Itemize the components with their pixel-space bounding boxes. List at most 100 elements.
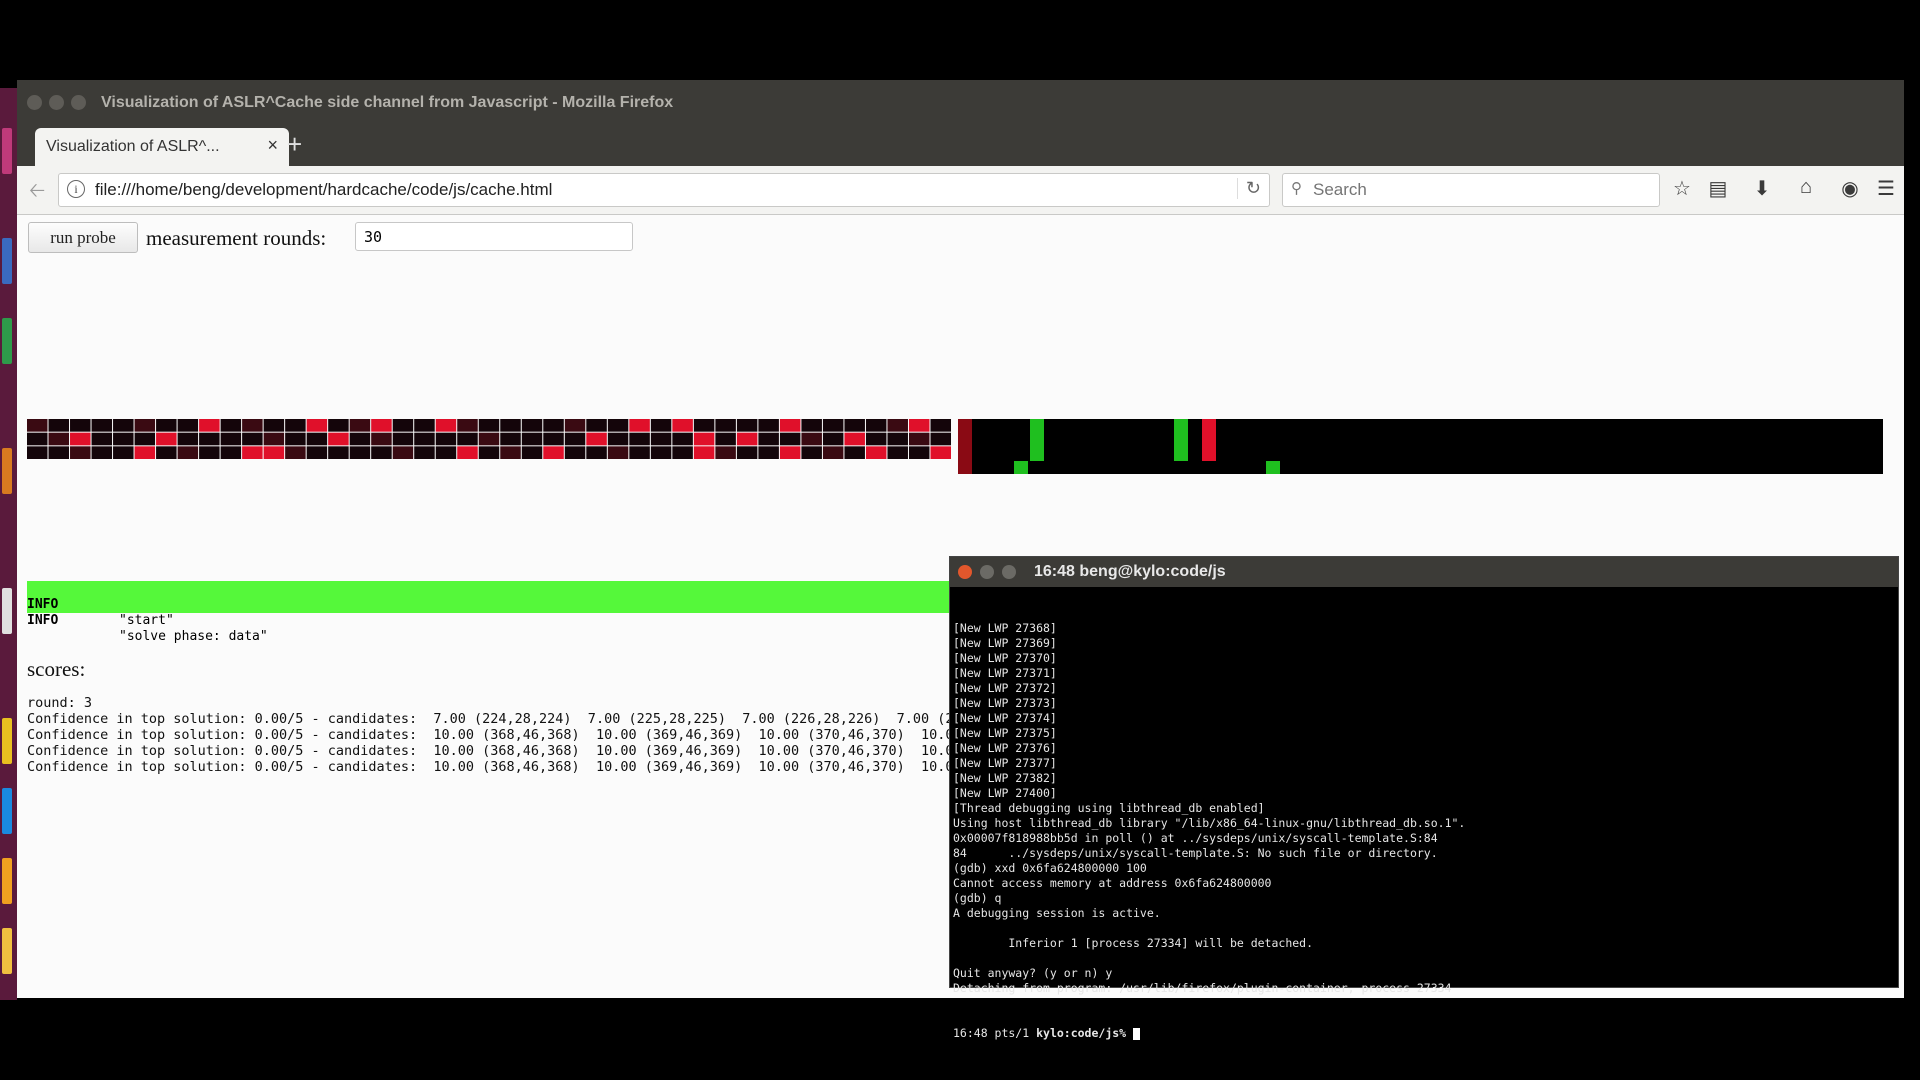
heatmap-cell [865, 419, 887, 432]
url-text[interactable]: file:///home/beng/development/hardcache/… [95, 180, 552, 200]
terminal-output[interactable]: [New LWP 27368] [New LWP 27369] [New LWP 2… [953, 591, 1893, 1071]
measurement-rounds-input[interactable] [355, 222, 633, 251]
graph-bar [1030, 419, 1044, 461]
heatmap-cell [908, 419, 930, 432]
heatmap-cell [306, 446, 328, 459]
download-icon[interactable]: ⬇ [1749, 176, 1775, 201]
heatmap-cell [48, 432, 70, 446]
heatmap-cell [543, 419, 564, 432]
heatmap-cell [586, 419, 607, 432]
heatmap-cell [822, 419, 844, 432]
heatmap-cell [371, 432, 392, 446]
back-icon[interactable]: 🡠 [29, 176, 45, 210]
graph-bar [1174, 419, 1188, 461]
heatmap-cell [91, 419, 113, 432]
heatmap-cell [435, 419, 457, 432]
run-probe-button[interactable]: run probe [28, 222, 138, 253]
launcher-app-icon[interactable] [2, 318, 12, 364]
heatmap-cell [715, 419, 736, 432]
terminal-line: A debugging session is active. [953, 906, 1161, 920]
heatmap-cell [27, 432, 48, 446]
terminal-line: [Thread debugging using libthread_db ena… [953, 801, 1265, 815]
heatmap-cell [521, 419, 543, 432]
heatmap-cell [349, 446, 371, 459]
navigation-toolbar: 🡠 i file:///home/beng/development/hardca… [17, 166, 1904, 215]
minimize-window-button[interactable] [49, 95, 64, 110]
terminal-lines: [New LWP 27368] [New LWP 27369] [New LWP 2… [953, 621, 1893, 996]
launcher-app-icon[interactable] [2, 788, 12, 834]
tab-visualization[interactable]: Visualization of ASLR^... × [35, 128, 289, 166]
terminal-window[interactable]: 16:48 beng@kylo:code/js [New LWP 27368][… [949, 556, 1899, 1040]
terminal-line: [New LWP 27375] [953, 726, 1057, 740]
heatmap-cell [822, 446, 844, 459]
terminal-prompt[interactable]: 16:48 pts/1 kylo:code/js% [953, 1026, 1893, 1041]
terminal-line: [New LWP 27370] [953, 651, 1057, 665]
close-window-button[interactable] [27, 95, 42, 110]
heatmap-cell [70, 446, 91, 459]
heatmap-cell [779, 419, 801, 432]
heatmap-cell [736, 432, 758, 446]
heatmap-cell [779, 446, 801, 459]
bookmark-star-icon[interactable]: ☆ [1669, 176, 1695, 201]
terminal-line: [New LWP 27382] [953, 771, 1057, 785]
menu-icon[interactable]: ☰ [1873, 176, 1899, 201]
heatmap-cell [543, 446, 564, 459]
graph-bar [1266, 461, 1280, 474]
heatmap-cell [801, 432, 822, 446]
search-input[interactable] [1311, 177, 1645, 203]
tab-strip: Visualization of ASLR^... × + [17, 126, 1904, 166]
heatmap-cell [91, 446, 113, 459]
heatmap-cell [70, 419, 91, 432]
heatmap-cell [758, 446, 779, 459]
terminal-line: [New LWP 27400] [953, 786, 1057, 800]
window-title: Visualization of ASLR^Cache side channel… [101, 94, 674, 111]
new-tab-button[interactable]: + [287, 129, 302, 160]
heatmap-cell [865, 446, 887, 459]
heatmap-cell [113, 432, 134, 446]
heatmap-cell [220, 419, 242, 432]
heatmap-cell [457, 432, 478, 446]
heatmap-cell [607, 432, 629, 446]
heatmap-cell [414, 432, 435, 446]
terminal-close-button[interactable] [958, 565, 972, 579]
heatmap-cell [328, 446, 349, 459]
heatmap-cell [306, 432, 328, 446]
close-tab-icon[interactable]: × [267, 135, 278, 156]
heatmap-cell [263, 432, 285, 446]
launcher-app-icon[interactable] [2, 718, 12, 764]
launcher-app-icon[interactable] [2, 588, 12, 634]
terminal-line: [New LWP 27371] [953, 666, 1057, 680]
reading-list-icon[interactable]: ▤ [1705, 176, 1731, 201]
heatmap-cell [48, 446, 70, 459]
launcher-app-icon[interactable] [2, 238, 12, 284]
heatmap-cell [887, 446, 908, 459]
heatmap-cell [263, 419, 285, 432]
search-bar[interactable]: ⚲ [1282, 173, 1660, 207]
launcher-app-icon[interactable] [2, 858, 12, 904]
heatmap-cell [607, 419, 629, 432]
heatmap-cell [650, 419, 672, 432]
pocket-icon[interactable]: ◉ [1837, 176, 1863, 201]
heatmap-cell [629, 446, 650, 459]
home-icon[interactable]: ⌂ [1793, 176, 1819, 199]
reload-icon[interactable]: ↻ [1236, 178, 1261, 199]
terminal-minimize-button[interactable] [980, 565, 994, 579]
heatmap-cell [693, 432, 715, 446]
maximize-window-button[interactable] [71, 95, 86, 110]
info-icon[interactable]: i [67, 180, 85, 198]
heatmap-cell [865, 432, 887, 446]
heatmap-cell [672, 419, 693, 432]
log-message: "start" [119, 613, 174, 628]
launcher-app-icon[interactable] [2, 448, 12, 494]
terminal-title: 16:48 beng@kylo:code/js [1034, 563, 1226, 580]
heatmap-cell [457, 419, 478, 432]
launcher-app-icon[interactable] [2, 128, 12, 174]
url-bar[interactable]: i file:///home/beng/development/hardcach… [58, 173, 1270, 207]
heatmap-cell [887, 419, 908, 432]
terminal-maximize-button[interactable] [1002, 565, 1016, 579]
heatmap-cell [586, 432, 607, 446]
launcher-app-icon[interactable] [2, 928, 12, 974]
heatmap-cell [371, 419, 392, 432]
score-line: Confidence in top solution: 0.00/5 - can… [27, 743, 954, 759]
